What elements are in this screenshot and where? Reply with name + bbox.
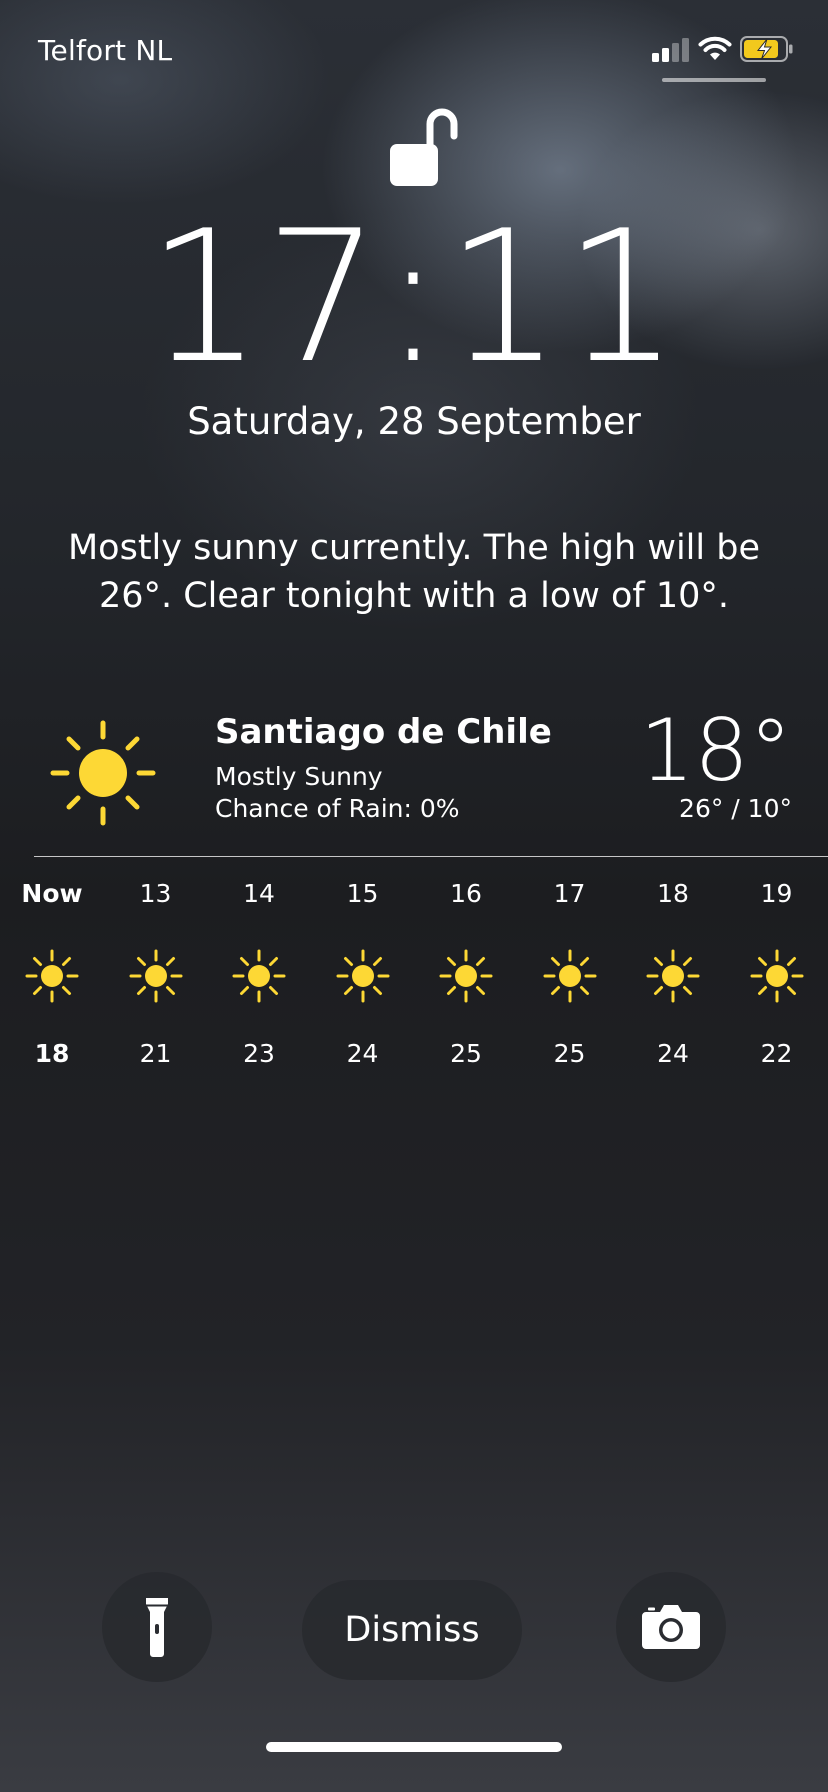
sun-icon [646, 949, 700, 1003]
sun-icon [129, 949, 182, 1003]
battery-charging-icon [740, 36, 793, 62]
hour-label: 13 [139, 879, 172, 908]
weather-divider [34, 856, 828, 857]
hour-temperature: 22 [760, 1039, 793, 1068]
cellular-signal-icon [652, 38, 689, 62]
sun-icon [750, 949, 803, 1003]
carrier-name: Telfort NL [38, 34, 173, 67]
camera-icon [642, 1605, 700, 1649]
lock-screen-time: 17:11 [146, 191, 682, 403]
hour-label: 14 [243, 879, 275, 908]
weather-city: Santiago de Chile [215, 712, 552, 752]
hourly-forecast-item: 17 25 [520, 872, 620, 1074]
dismiss-button[interactable]: Dismiss [302, 1580, 522, 1680]
hour-label: 17 [553, 879, 586, 908]
sun-icon [25, 949, 79, 1003]
hourly-forecast-item: 14 23 [209, 872, 309, 1074]
current-temperature: 18° [639, 701, 792, 801]
weather-summary: Mostly sunny currently. The high will be… [67, 528, 761, 616]
sun-icon [50, 720, 156, 826]
control-center-indicator[interactable] [662, 78, 766, 82]
hour-label: 15 [346, 879, 379, 908]
chance-of-rain: Chance of Rain: 0% [215, 794, 460, 823]
hour-temperature: 23 [243, 1039, 275, 1068]
high-low-temperature: 26° / 10° [679, 794, 792, 823]
sun-icon [439, 949, 493, 1003]
flashlight-icon [146, 1598, 168, 1657]
lock-screen-date: Saturday, 28 September [187, 400, 641, 443]
hour-temperature: 18 [34, 1039, 70, 1068]
hourly-forecast-item: 13 21 [106, 872, 206, 1074]
hour-label: 18 [657, 879, 689, 908]
hourly-forecast-item: 16 25 [416, 872, 516, 1074]
hour-temperature: 25 [553, 1039, 586, 1068]
hourly-forecast-item: Now 18 [2, 872, 102, 1074]
hour-temperature: 21 [139, 1039, 172, 1068]
sun-icon [336, 949, 389, 1003]
hour-temperature: 25 [450, 1039, 482, 1068]
wifi-icon [698, 36, 732, 60]
home-indicator[interactable] [266, 1742, 562, 1752]
flashlight-button[interactable] [102, 1572, 212, 1682]
hour-temperature: 24 [346, 1039, 379, 1068]
hour-label: Now [21, 879, 83, 908]
hourly-forecast-item: 15 24 [313, 872, 413, 1074]
sun-icon [543, 949, 596, 1003]
hourly-forecast-item: 19 22 [727, 872, 827, 1074]
weather-condition: Mostly Sunny [215, 762, 383, 791]
hour-label: 19 [760, 879, 793, 908]
sun-icon [232, 949, 286, 1003]
hour-label: 16 [450, 879, 482, 908]
camera-button[interactable] [616, 1572, 726, 1682]
unlocked-padlock-icon [390, 108, 458, 186]
hour-temperature: 24 [657, 1039, 689, 1068]
hourly-forecast-item: 18 24 [623, 872, 723, 1074]
